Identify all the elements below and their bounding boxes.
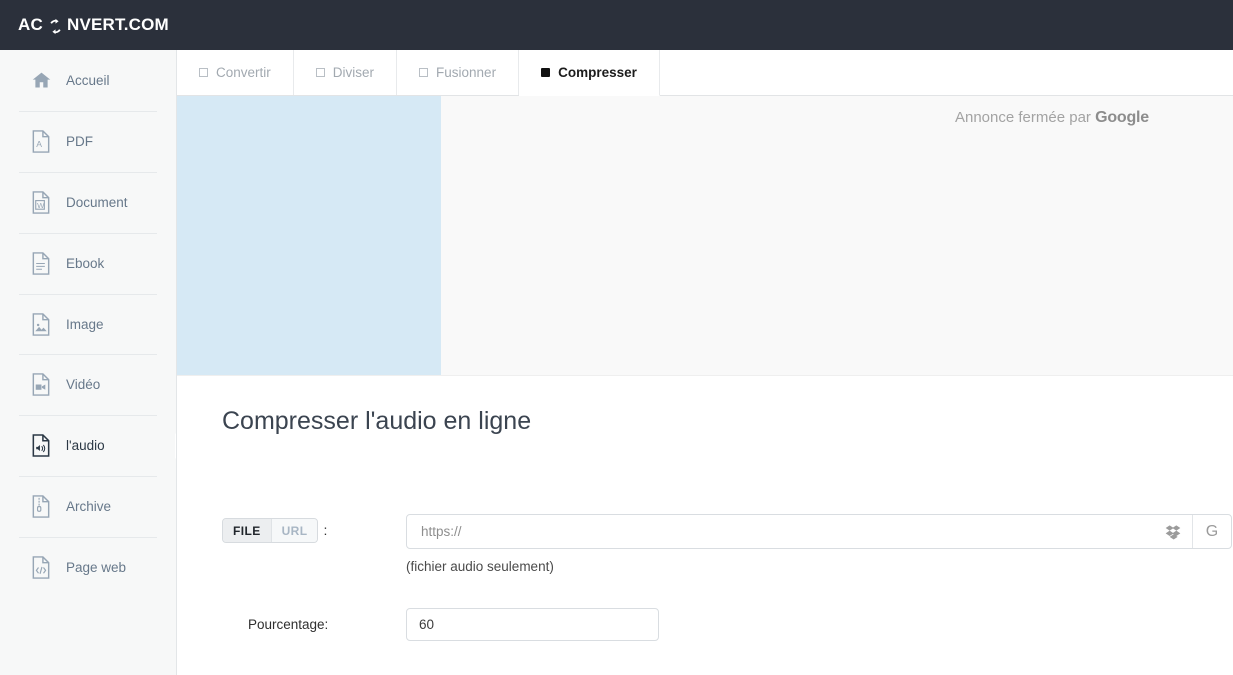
word-file-icon: W <box>30 190 52 214</box>
image-file-icon <box>30 312 52 336</box>
tab-label: Convertir <box>216 65 271 80</box>
source-row-colon: : <box>323 522 328 538</box>
sidebar-item-accueil[interactable]: Accueil <box>0 50 176 111</box>
svg-text:W: W <box>37 200 45 209</box>
sidebar-item-label: Accueil <box>66 72 110 88</box>
tab-label: Compresser <box>558 65 637 80</box>
checkbox-square-filled-icon <box>541 68 551 77</box>
source-helper-text: (fichier audio seulement) <box>406 559 554 574</box>
percentage-row: Pourcentage: <box>222 608 659 641</box>
tab-compresser[interactable]: Compresser <box>519 50 660 96</box>
svg-text:A: A <box>36 139 42 149</box>
file-url-toggle[interactable]: FILE URL <box>222 518 319 543</box>
archive-file-icon <box>30 495 52 519</box>
tab-convertir[interactable]: Convertir <box>177 50 294 95</box>
logo-text-suffix: NVERT.COM <box>66 15 169 34</box>
home-icon <box>30 68 52 92</box>
checkbox-square-icon <box>315 68 325 77</box>
site-header: AC NVERT.COM <box>0 0 1233 50</box>
ad-placeholder[interactable] <box>177 96 441 375</box>
code-file-icon <box>30 556 52 580</box>
site-logo[interactable]: AC NVERT.COM <box>18 15 169 35</box>
sidebar-item-laudio[interactable]: l'audio <box>0 415 176 476</box>
sidebar-item-page-web[interactable]: Page web <box>0 537 176 598</box>
sidebar-item-label: PDF <box>66 133 93 149</box>
pdf-file-icon: A <box>30 129 52 153</box>
ad-closed-notice: Annonce fermée par Google <box>955 109 1149 127</box>
action-tabbar: Convertir Diviser Fusionner Compresser <box>177 50 1233 96</box>
tab-label: Diviser <box>332 65 375 80</box>
sidebar-item-pdf[interactable]: A PDF <box>0 110 176 172</box>
source-row-label: FILE URL : <box>222 514 406 547</box>
sidebar-item-label: l'audio <box>66 438 105 454</box>
app-root: AC NVERT.COM Accueil A PDF W Document Eb… <box>0 0 1233 675</box>
toggle-option-url[interactable]: URL <box>270 519 318 542</box>
sidebar-item-ebook[interactable]: Ebook <box>0 232 176 294</box>
source-row: FILE URL : G <box>222 514 1232 574</box>
logo-text-prefix: AC <box>18 15 43 34</box>
video-file-icon <box>30 373 52 397</box>
main-form: Compresser l'audio en ligne FILE URL : h… <box>177 376 1233 674</box>
sidebar-item-label: Image <box>66 316 104 332</box>
percentage-input[interactable] <box>406 608 659 641</box>
tab-label: Fusionner <box>436 65 497 80</box>
sidebar-item-label: Ebook <box>66 255 105 271</box>
sidebar-item-label: Document <box>66 194 128 210</box>
tab-diviser[interactable]: Diviser <box>293 50 398 95</box>
sidebar-item-document[interactable]: W Document <box>0 171 176 233</box>
ebook-file-icon <box>30 251 52 275</box>
tab-fusionner[interactable]: Fusionner <box>397 50 520 95</box>
google-brand-label: Google <box>1095 109 1149 126</box>
sidebar-item-image[interactable]: Image <box>0 293 176 355</box>
google-drive-icon[interactable]: G <box>1192 515 1231 548</box>
sidebar-item-label: Archive <box>66 499 112 515</box>
ad-closed-notice-text: Annonce fermée par <box>954 109 1096 126</box>
toggle-option-file[interactable]: FILE <box>223 519 271 542</box>
dropbox-icon[interactable] <box>1153 515 1192 548</box>
sidebar-item-archive[interactable]: Archive <box>0 476 176 537</box>
sidebar-item-label: Vidéo <box>66 377 101 393</box>
advertisement-zone: Annonce fermée par Google <box>177 96 1233 376</box>
checkbox-square-icon <box>419 68 429 77</box>
percentage-label: Pourcentage: <box>248 617 329 632</box>
audio-file-icon <box>30 434 52 458</box>
sidebar-item-label: Page web <box>66 560 127 576</box>
checkbox-square-icon <box>199 68 208 77</box>
sidebar: Accueil A PDF W Document Ebook Image Vid… <box>0 50 177 675</box>
url-field-wrapper: G (fichier audio seulement) <box>406 514 1232 574</box>
convert-circular-arrows-icon <box>47 18 64 35</box>
page-title: Compresser l'audio en ligne <box>222 407 532 435</box>
url-input-addons: G <box>1153 515 1231 548</box>
sidebar-item-video[interactable]: Vidéo <box>0 354 176 415</box>
url-input[interactable] <box>406 514 1232 549</box>
percentage-field-wrapper <box>406 608 659 641</box>
content-area: Convertir Diviser Fusionner Compresser A… <box>177 50 1233 675</box>
